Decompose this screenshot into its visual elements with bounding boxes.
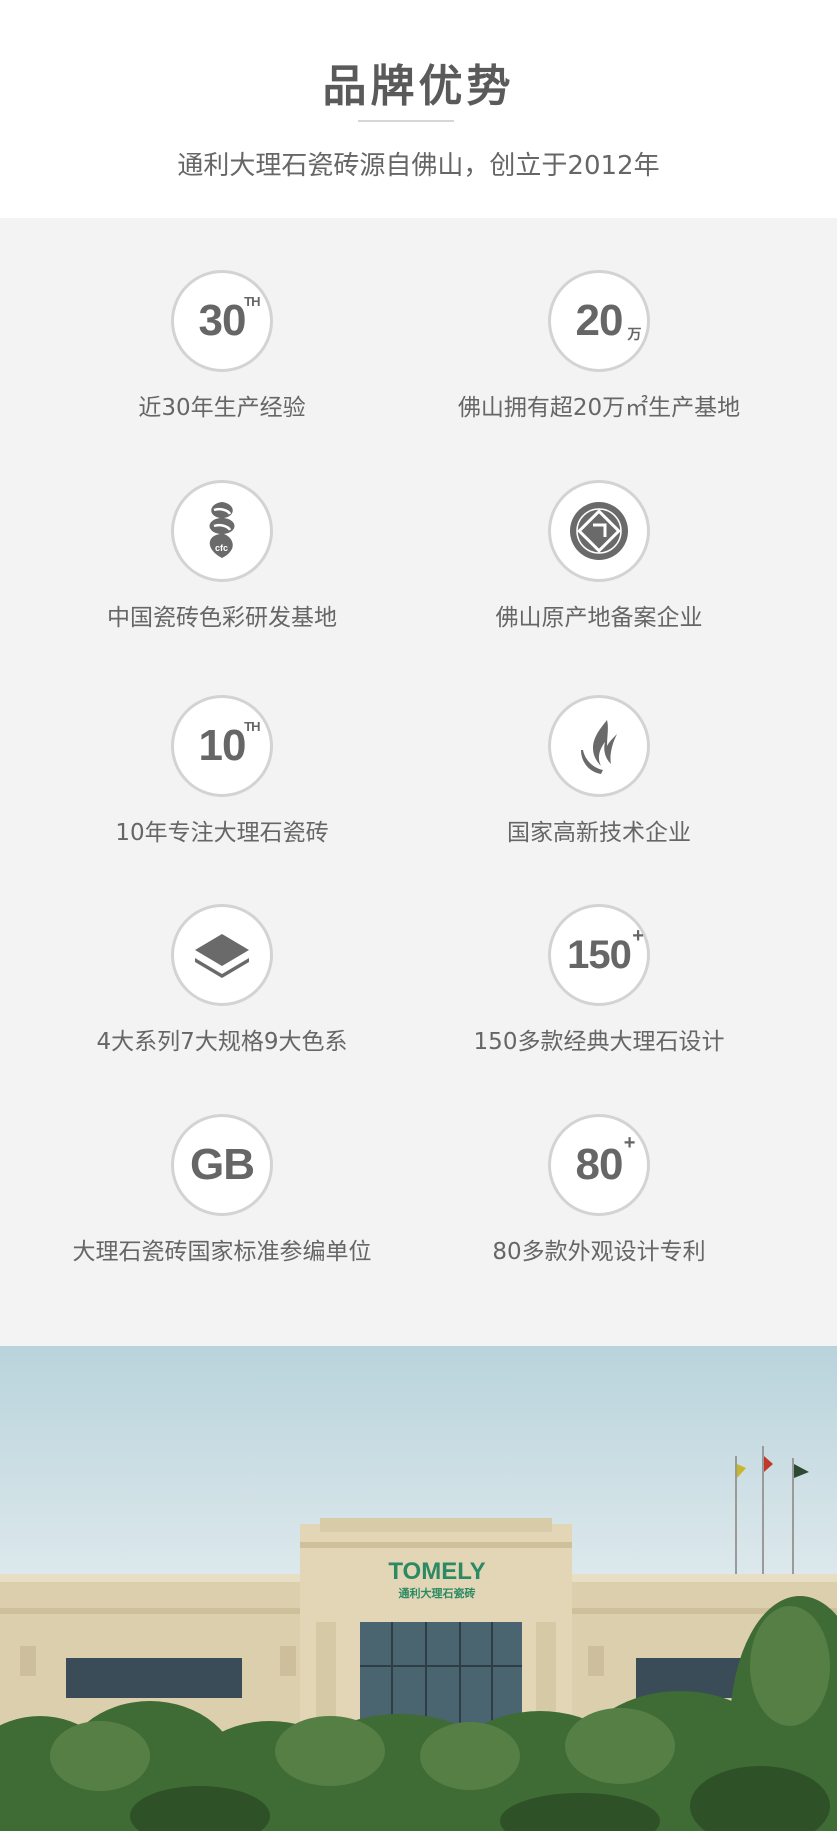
feature-item: 佛山原产地备案企业 (390, 480, 808, 680)
feature-item: 10 TH 10年专注大理石瓷砖 (13, 695, 431, 895)
feature-item: GB 大理石瓷砖国家标准参编单位 (13, 1114, 431, 1314)
origin-seal-icon (548, 480, 650, 582)
high-tech-logo-icon (548, 695, 650, 797)
feature-item: cfc 中国瓷砖色彩研发基地 (13, 480, 431, 680)
headquarters-photo: TOMELY 通利大理石瓷砖 (0, 1346, 837, 1831)
feature-label: 80多款外观设计专利 (492, 1239, 706, 1265)
number-150-plus-icon: 150 + (548, 904, 650, 1006)
feature-label: 近30年生产经验 (138, 395, 306, 421)
number-20-wan-icon: 20 万 (548, 270, 650, 372)
number-10th-icon: 10 TH (171, 695, 273, 797)
brand-header: 品牌优势 通利大理石瓷砖源自佛山，创立于2012年 (0, 0, 837, 218)
svg-text:cfc: cfc (215, 543, 228, 553)
feature-item: 80 + 80多款外观设计专利 (390, 1114, 808, 1314)
page-subtitle: 通利大理石瓷砖源自佛山，创立于2012年 (177, 151, 660, 181)
feature-item: 20 万 佛山拥有超20万㎡生产基地 (390, 270, 808, 470)
feature-label: 4大系列7大规格9大色系 (96, 1029, 348, 1055)
gb-standard-icon: GB (171, 1114, 273, 1216)
page-title: 品牌优势 (322, 61, 515, 112)
layers-icon (171, 904, 273, 1006)
brand-sign: TOMELY (388, 1558, 485, 1585)
feature-item: 150 + 150多款经典大理石设计 (390, 904, 808, 1104)
title-divider (358, 120, 454, 122)
feature-label: 国家高新技术企业 (507, 820, 691, 846)
feature-label: 佛山原产地备案企业 (495, 605, 703, 631)
feature-label: 大理石瓷砖国家标准参编单位 (72, 1239, 372, 1265)
feature-label: 佛山拥有超20万㎡生产基地 (457, 395, 741, 421)
brand-sign-sub: 通利大理石瓷砖 (399, 1586, 476, 1600)
feature-label: 10年专注大理石瓷砖 (115, 820, 329, 846)
feature-label: 150多款经典大理石设计 (473, 1029, 725, 1055)
feature-label: 中国瓷砖色彩研发基地 (107, 605, 337, 631)
feature-item: 30 TH 近30年生产经验 (13, 270, 431, 470)
feature-item: 国家高新技术企业 (390, 695, 808, 895)
number-30th-icon: 30 TH (171, 270, 273, 372)
cfc-logo-icon: cfc (171, 480, 273, 582)
feature-item: 4大系列7大规格9大色系 (13, 904, 431, 1104)
advantages-grid: 30 TH 近30年生产经验 20 万 佛山拥有超20万㎡生产基地 cfc 中国瓷砖… (0, 218, 837, 1346)
number-80-plus-icon: 80 + (548, 1114, 650, 1216)
